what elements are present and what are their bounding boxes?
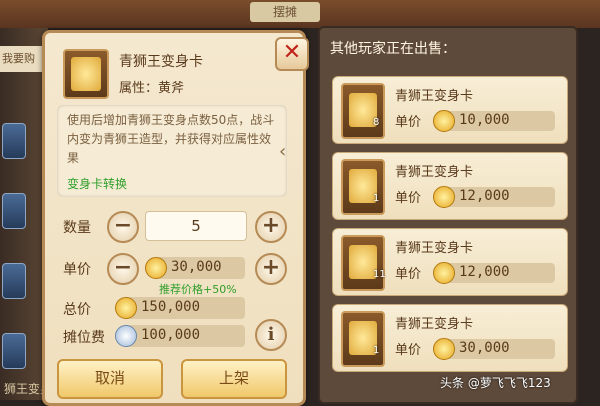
listing-name: 青狮王变身卡 [395, 165, 474, 180]
listing-unit-label: 单价 [395, 343, 422, 358]
listing-quantity: 1 [373, 345, 380, 356]
listing-price: 12,000 [459, 264, 510, 280]
listing-price: 12,000 [459, 188, 510, 204]
gold-coin-icon [433, 110, 455, 132]
booth-fee-label: 摊位费 [63, 330, 105, 346]
listing-item[interactable]: 8 青狮王变身卡 单价 10,000 [332, 76, 568, 144]
listing-unit-label: 单价 [395, 267, 422, 282]
background-item-slot[interactable] [2, 193, 26, 229]
listing-name: 青狮王变身卡 [395, 241, 474, 256]
gold-coin-icon [115, 297, 137, 319]
close-button[interactable]: ✕ [275, 37, 309, 71]
quantity-label: 数量 [63, 220, 91, 236]
listing-quantity: 11 [373, 269, 386, 280]
quantity-plus-button[interactable]: + [255, 211, 287, 243]
unit-price-value: 30,000 [171, 259, 222, 275]
chevron-left-icon[interactable]: ‹ [279, 141, 286, 162]
gold-coin-icon [145, 257, 167, 279]
recommended-price: 推荐价格+50% [159, 283, 237, 296]
transform-card-icon [341, 83, 385, 139]
listing-item[interactable]: 11 青狮王变身卡 单价 12,000 [332, 228, 568, 296]
minus-icon: − [113, 213, 133, 238]
booth-fee-value: 100,000 [141, 327, 201, 343]
item-description: 使用后增加青狮王变身点数50点，战斗内变为青狮王造型，并获得对应属性效果 [67, 113, 275, 165]
top-title: 摆摊 [250, 2, 320, 22]
list-item-button[interactable]: 上架 [181, 359, 287, 399]
silver-coin-icon [115, 325, 137, 347]
background-sidebar: 我要购 [0, 28, 48, 400]
plus-icon: + [261, 255, 281, 280]
market-listings-panel: 其他玩家正在出售： 8 青狮王变身卡 单价 10,000 1 青狮王变身卡 单价… [318, 26, 578, 404]
listing-item[interactable]: 1 青狮王变身卡 单价 30,000 [332, 304, 568, 372]
price-minus-button[interactable]: − [107, 253, 139, 285]
listing-quantity: 8 [373, 117, 380, 128]
listing-unit-label: 单价 [395, 115, 422, 130]
gold-coin-icon [433, 262, 455, 284]
background-item-slot[interactable] [2, 333, 26, 369]
gold-coin-icon [433, 338, 455, 360]
listing-unit-label: 单价 [395, 191, 422, 206]
close-icon: ✕ [282, 40, 302, 65]
transform-card-icon [341, 311, 385, 367]
unit-price-label: 单价 [63, 262, 91, 278]
total-value: 150,000 [141, 299, 201, 315]
transform-card-icon [341, 159, 385, 215]
plus-icon: + [261, 213, 281, 238]
total-label: 总价 [63, 302, 91, 318]
transform-card-link[interactable]: 变身卡转换 [67, 175, 127, 192]
price-plus-button[interactable]: + [255, 253, 287, 285]
minus-icon: − [113, 255, 133, 280]
listing-price: 30,000 [459, 340, 510, 356]
info-icon: i [267, 324, 275, 345]
listing-name: 青狮王变身卡 [395, 317, 474, 332]
quantity-minus-button[interactable]: − [107, 211, 139, 243]
transform-card-icon [63, 49, 109, 99]
item-attribute: 属性：黄斧 [119, 81, 185, 96]
gold-coin-icon [433, 186, 455, 208]
cancel-button[interactable]: 取消 [57, 359, 163, 399]
buy-tab[interactable]: 我要购 [0, 46, 48, 72]
watermark: 头条 @萝飞飞飞123 [440, 376, 551, 390]
listing-item[interactable]: 1 青狮王变身卡 单价 12,000 [332, 152, 568, 220]
listing-quantity: 1 [373, 193, 380, 204]
quantity-input[interactable]: 5 [145, 211, 247, 241]
item-name: 青狮王变身卡 [119, 54, 203, 70]
listing-name: 青狮王变身卡 [395, 89, 474, 104]
info-button[interactable]: i [255, 319, 287, 351]
description-box: 使用后增加青狮王变身点数50点，战斗内变为青狮王造型，并获得对应属性效果 变身卡… [57, 105, 287, 197]
background-item-slot[interactable] [2, 263, 26, 299]
transform-card-icon [341, 235, 385, 291]
market-title: 其他玩家正在出售： [330, 41, 456, 57]
background-item-slot[interactable] [2, 123, 26, 159]
top-bar: 摆摊 [0, 0, 600, 28]
listing-price: 10,000 [459, 112, 510, 128]
sell-dialog: 青狮王变身卡 属性：黄斧 ✕ 使用后增加青狮王变身点数50点，战斗内变为青狮王造… [42, 30, 309, 406]
